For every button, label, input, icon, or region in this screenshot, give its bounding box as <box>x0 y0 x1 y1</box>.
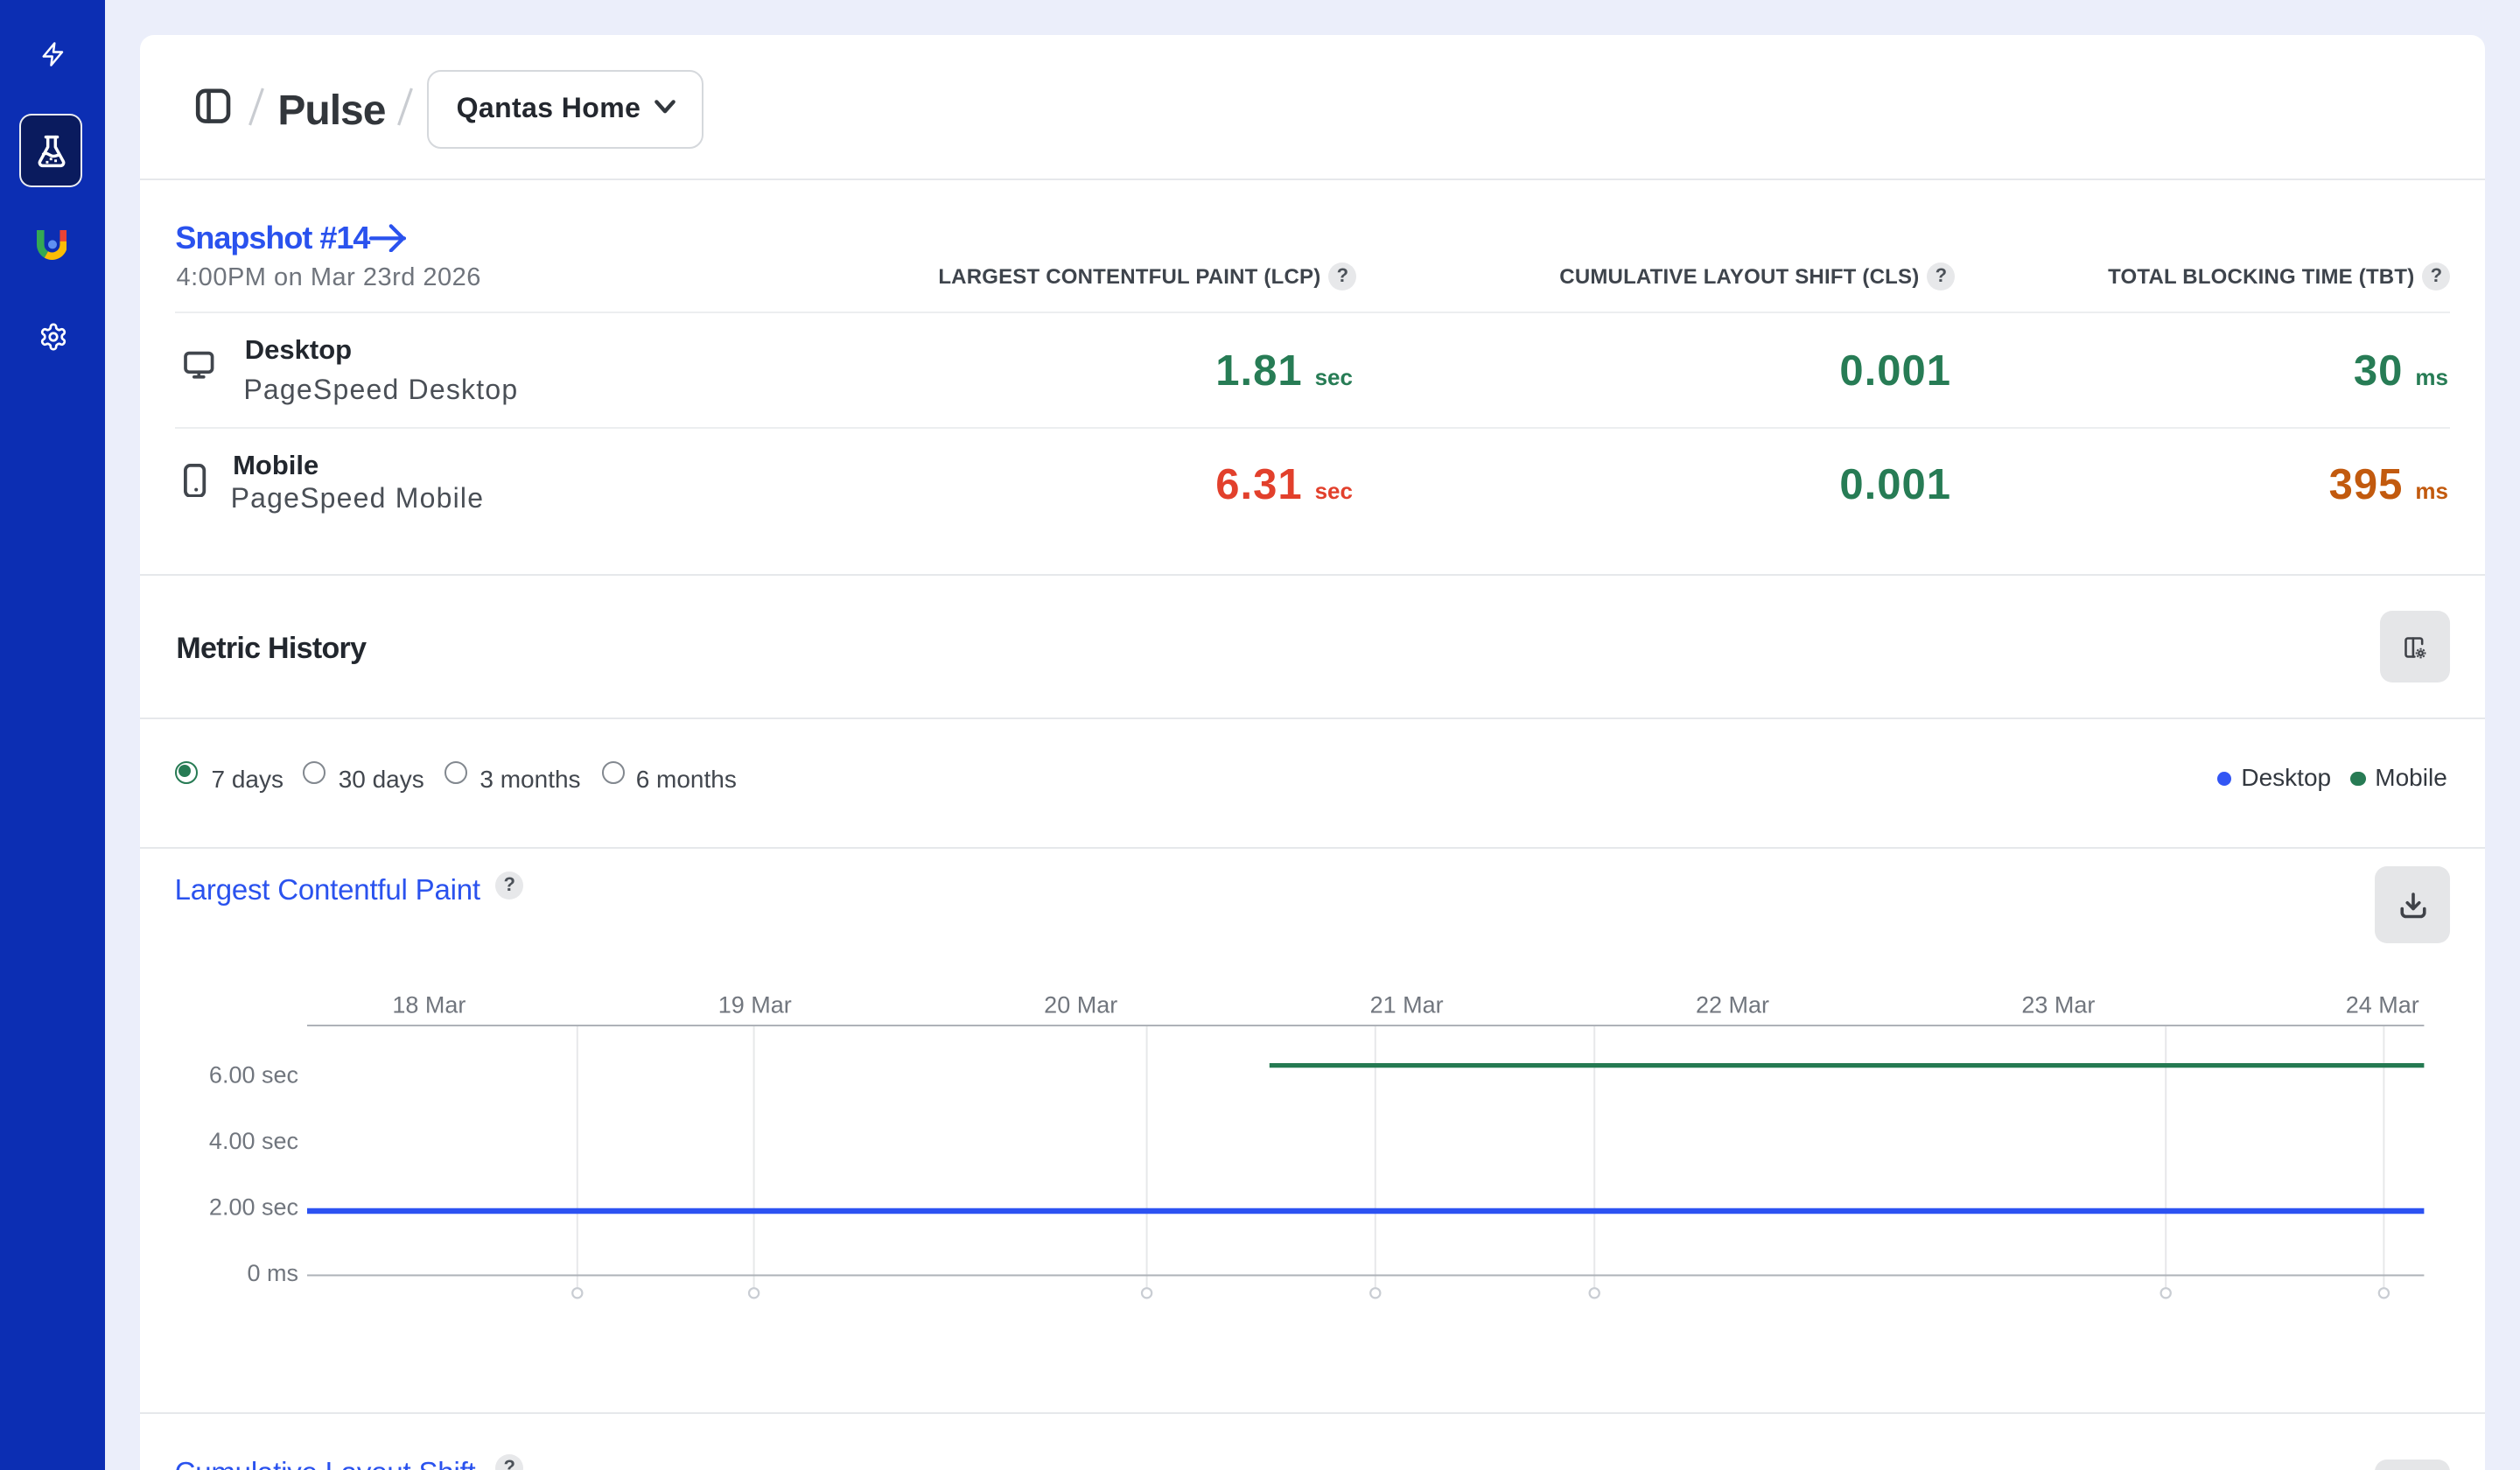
svg-text:22 Mar: 22 Mar <box>1696 992 1769 1018</box>
svg-text:19 Mar: 19 Mar <box>718 992 792 1018</box>
svg-text:20 Mar: 20 Mar <box>1044 992 1117 1018</box>
svg-text:18 Mar: 18 Mar <box>392 992 466 1018</box>
svg-text:6.00 sec: 6.00 sec <box>209 1062 298 1088</box>
svg-text:0 ms: 0 ms <box>247 1260 298 1286</box>
svg-text:4.00 sec: 4.00 sec <box>209 1128 298 1154</box>
svg-text:23 Mar: 23 Mar <box>2021 992 2095 1018</box>
svg-text:24 Mar: 24 Mar <box>2346 992 2419 1018</box>
svg-text:2.00 sec: 2.00 sec <box>209 1194 298 1220</box>
svg-text:21 Mar: 21 Mar <box>1370 992 1444 1018</box>
